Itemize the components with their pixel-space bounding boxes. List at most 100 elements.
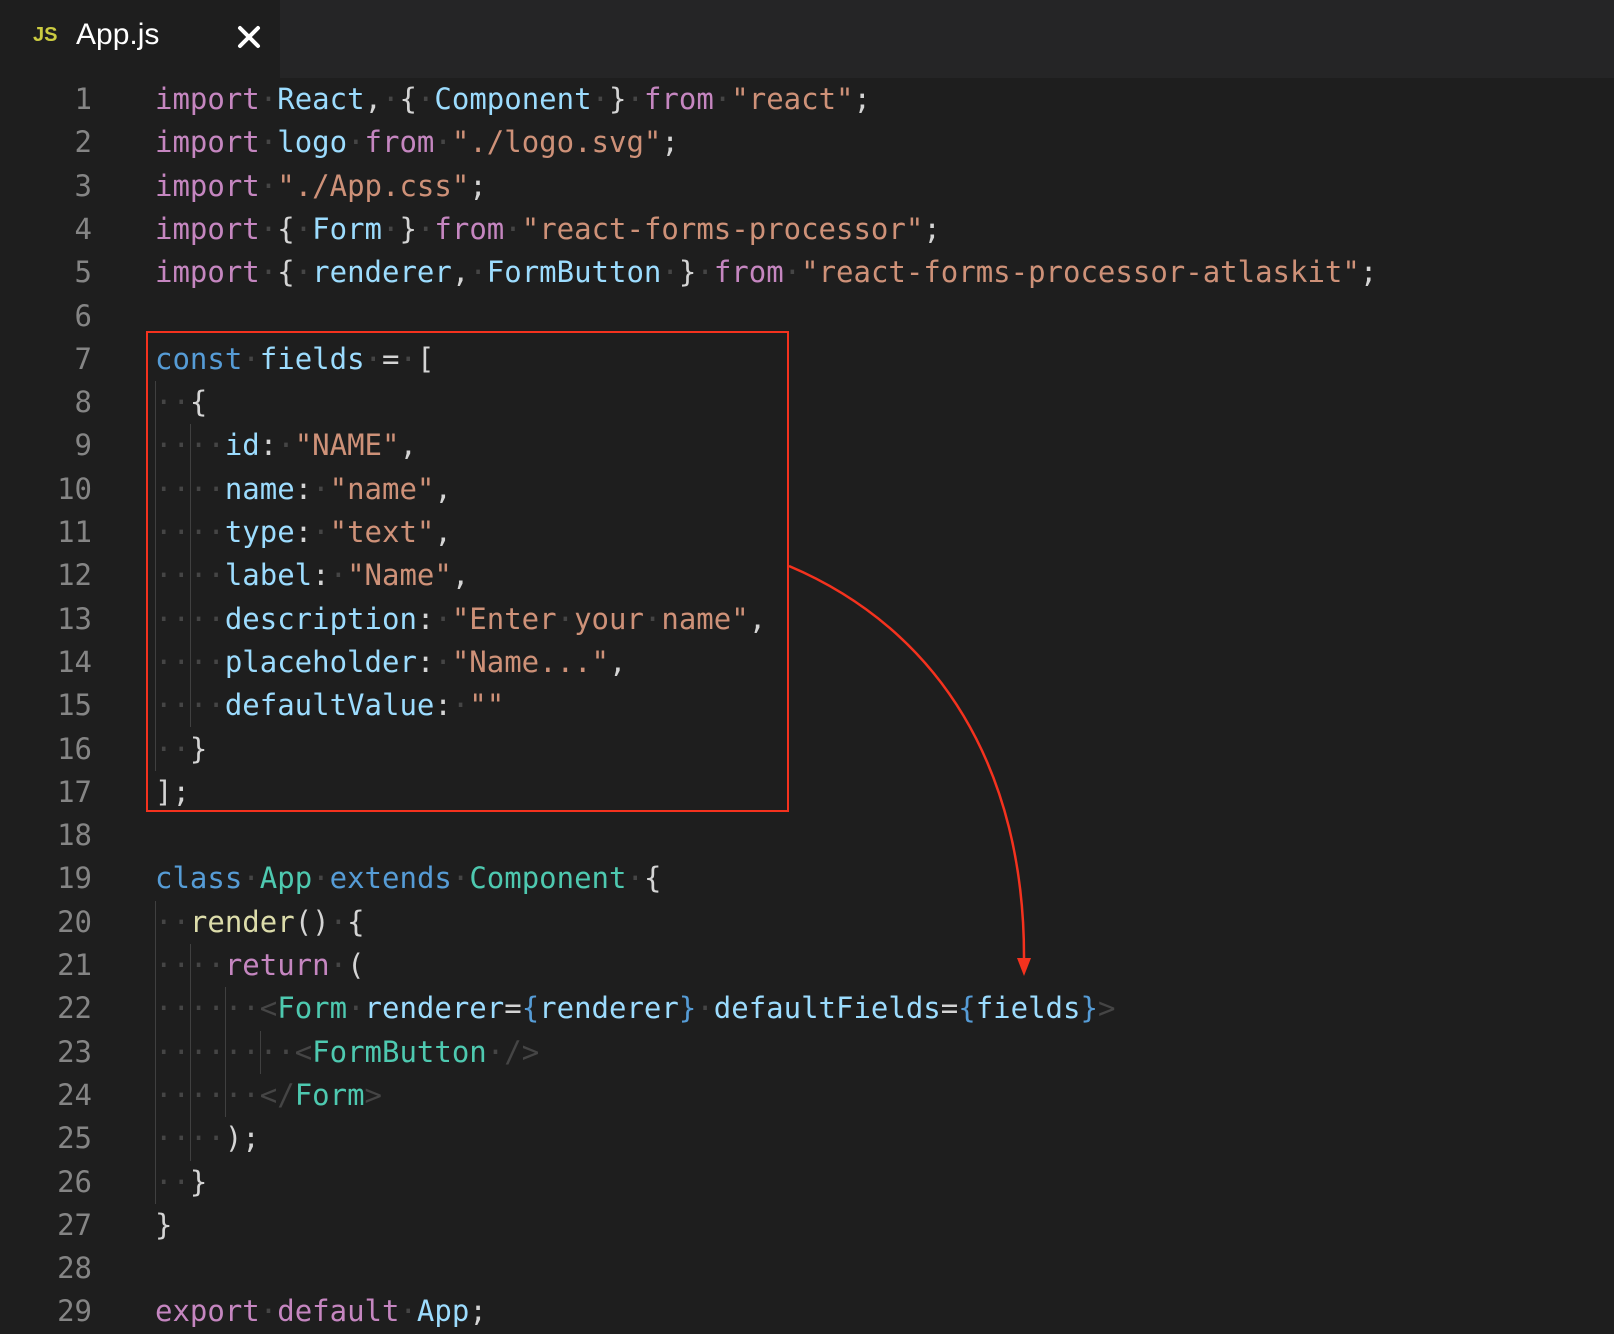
code-token: > (364, 1077, 382, 1112)
code-token: renderer (539, 991, 679, 1026)
code-line[interactable]: 24 ······</Form> (0, 1074, 1614, 1117)
code-content: ··render()·{ (155, 901, 365, 944)
line-number: 18 (57, 818, 92, 853)
code-line[interactable]: 29 export·default·App; (0, 1290, 1614, 1333)
code-token: App (259, 861, 313, 896)
code-token: · (259, 1294, 278, 1329)
javascript-file-icon: JS (33, 24, 58, 46)
code-token: React (277, 82, 365, 116)
indent-guide (189, 944, 191, 1161)
code-content: ····); (155, 1117, 260, 1160)
code-token: · (329, 904, 348, 939)
code-token: renderer (364, 991, 505, 1026)
code-token: { (347, 904, 365, 939)
line-number: 16 (57, 731, 92, 766)
code-token: () (294, 904, 330, 939)
code-token: · (591, 82, 610, 116)
code-token: "./App.css" (277, 168, 470, 203)
code-token: · (626, 82, 644, 116)
code-line[interactable]: 5 import·{·renderer,·FormButton·}·from·"r… (0, 251, 1614, 294)
code-line[interactable]: 1 import·React,·{·Component·}·from·"react… (0, 78, 1614, 121)
code-token: < (294, 1034, 313, 1069)
code-token: · (242, 861, 260, 896)
code-token: · (347, 125, 365, 160)
line-number: 19 (57, 861, 92, 896)
code-token: logo (277, 125, 348, 160)
code-token: { (958, 991, 976, 1026)
code-token: Form (294, 1077, 365, 1112)
line-number: 27 (57, 1207, 92, 1242)
line-number: 20 (57, 904, 92, 939)
code-token: from (434, 211, 505, 246)
code-line[interactable]: 18 (0, 814, 1614, 857)
code-token: · (382, 82, 400, 116)
code-token: FormButton (486, 255, 662, 290)
code-token: { (521, 991, 540, 1026)
tab-bar: JS App.js (0, 0, 1614, 78)
code-content: ········<FormButton·/> (155, 1031, 539, 1074)
code-token: ·· (155, 1164, 190, 1199)
indent-guide (224, 987, 226, 1118)
line-number: 2 (74, 125, 92, 160)
code-token: · (382, 211, 400, 246)
code-token: "react-forms-processor-atlaskit" (801, 255, 1360, 290)
code-line[interactable]: 27} (0, 1204, 1614, 1247)
code-token: · (347, 991, 365, 1026)
code-token: Form (277, 991, 348, 1026)
tab-app-js[interactable]: JS App.js (0, 0, 280, 78)
line-number: 14 (57, 644, 92, 679)
code-line[interactable]: 20 ··render()·{ (0, 901, 1614, 944)
code-token: · (259, 82, 278, 116)
line-number: 29 (57, 1294, 92, 1329)
code-token: ; (661, 125, 679, 160)
code-line[interactable]: 21 ····return·( (0, 944, 1614, 987)
code-token: renderer (312, 255, 452, 290)
line-number: 5 (74, 255, 92, 290)
code-line[interactable]: 26 ··} (0, 1161, 1614, 1204)
code-content: ······<Form·renderer={renderer}·defaultF… (155, 987, 1115, 1030)
code-line[interactable]: 3 import·"./App.css"; (0, 165, 1614, 208)
line-number: 10 (57, 471, 92, 506)
line-number: 25 (57, 1121, 92, 1156)
code-line[interactable]: 23 ········<FormButton·/> (0, 1031, 1614, 1074)
code-token: from (643, 82, 714, 116)
line-number: 3 (74, 168, 92, 203)
code-token: · (259, 255, 278, 290)
code-token: } (155, 1207, 173, 1242)
code-token: < (259, 991, 278, 1026)
code-token: · (259, 168, 278, 203)
code-token: ; (469, 168, 487, 203)
code-token: { (277, 255, 295, 290)
code-token: · (416, 82, 435, 116)
indent-guide (259, 1030, 261, 1074)
line-number: 4 (74, 211, 92, 246)
code-token: } (678, 991, 697, 1026)
code-token: ·· (155, 904, 190, 939)
code-line[interactable]: 4 import·{·Form·}·from·"react-forms-proce… (0, 208, 1614, 251)
code-content: import·{·Form·}·from·"react-forms-proces… (155, 208, 941, 251)
line-number: 28 (57, 1251, 92, 1286)
code-line[interactable]: 2 import·logo·from·"./logo.svg"; (0, 121, 1614, 164)
code-line[interactable]: 25 ····); (0, 1117, 1614, 1160)
line-number: 22 (57, 991, 92, 1026)
code-token: = (504, 991, 522, 1026)
code-token: · (626, 861, 644, 896)
code-content: import·logo·from·"./logo.svg"; (155, 121, 679, 164)
code-token: "react" (731, 82, 854, 116)
code-token: Form (312, 211, 383, 246)
code-line[interactable]: 22 ······<Form·renderer={renderer}·defaul… (0, 987, 1614, 1030)
line-number: 6 (74, 298, 92, 333)
code-content: export·default·App; (155, 1290, 487, 1333)
code-token: default (277, 1294, 400, 1329)
close-icon[interactable] (233, 21, 265, 53)
code-content: ····return·( (155, 944, 365, 987)
code-token: , (364, 82, 383, 116)
code-line[interactable]: 19 class·App·extends·Component·{ (0, 857, 1614, 900)
code-token: } (399, 211, 417, 246)
code-token: ; (923, 211, 941, 246)
code-line[interactable]: 28 (0, 1247, 1614, 1290)
code-token: ; (469, 1294, 487, 1329)
code-token: from (713, 255, 784, 290)
code-token: </ (259, 1077, 295, 1112)
line-number: 12 (57, 558, 92, 593)
